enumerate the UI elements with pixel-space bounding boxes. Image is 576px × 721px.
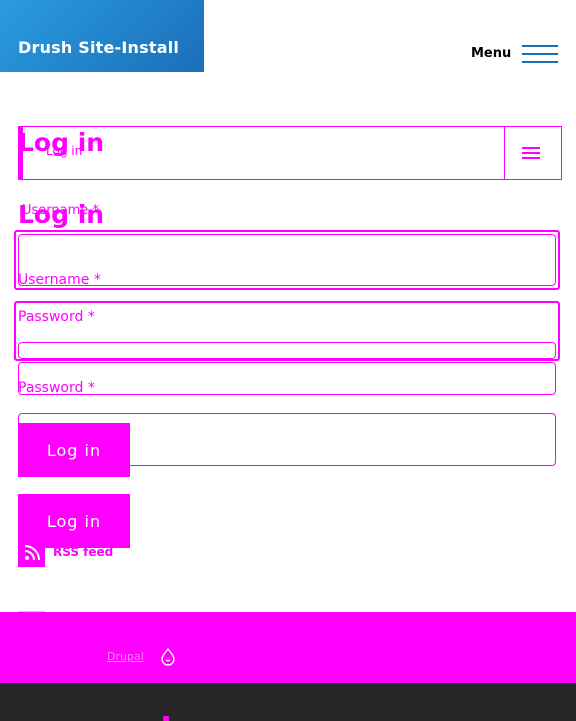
footer-bottom: [0, 683, 576, 721]
rss-feed-link[interactable]: RSS feed: [53, 545, 113, 559]
page-title: Log in: [18, 128, 105, 157]
tabs-toggle-button[interactable]: [505, 127, 556, 179]
username-input[interactable]: [18, 234, 556, 286]
menu-label: Menu: [471, 46, 512, 61]
footer-marker: [163, 716, 169, 721]
drupal-drop-icon: [160, 647, 176, 666]
site-branding: [0, 0, 204, 72]
hamburger-icon: [522, 45, 558, 63]
login-submit-button-ghost[interactable]: Log in: [18, 423, 130, 477]
footer: [0, 612, 576, 683]
password-input[interactable]: [18, 362, 556, 395]
username-label-ghost: Username *: [22, 203, 99, 218]
powered-by-drupal-link[interactable]: Drupal: [107, 650, 144, 663]
site-name-link[interactable]: Drush Site-Install: [18, 38, 179, 57]
rss-icon[interactable]: [18, 540, 45, 567]
hamburger-icon: [522, 147, 540, 159]
menu-button[interactable]: Menu: [470, 38, 562, 70]
password-input-ghost[interactable]: [18, 342, 556, 359]
